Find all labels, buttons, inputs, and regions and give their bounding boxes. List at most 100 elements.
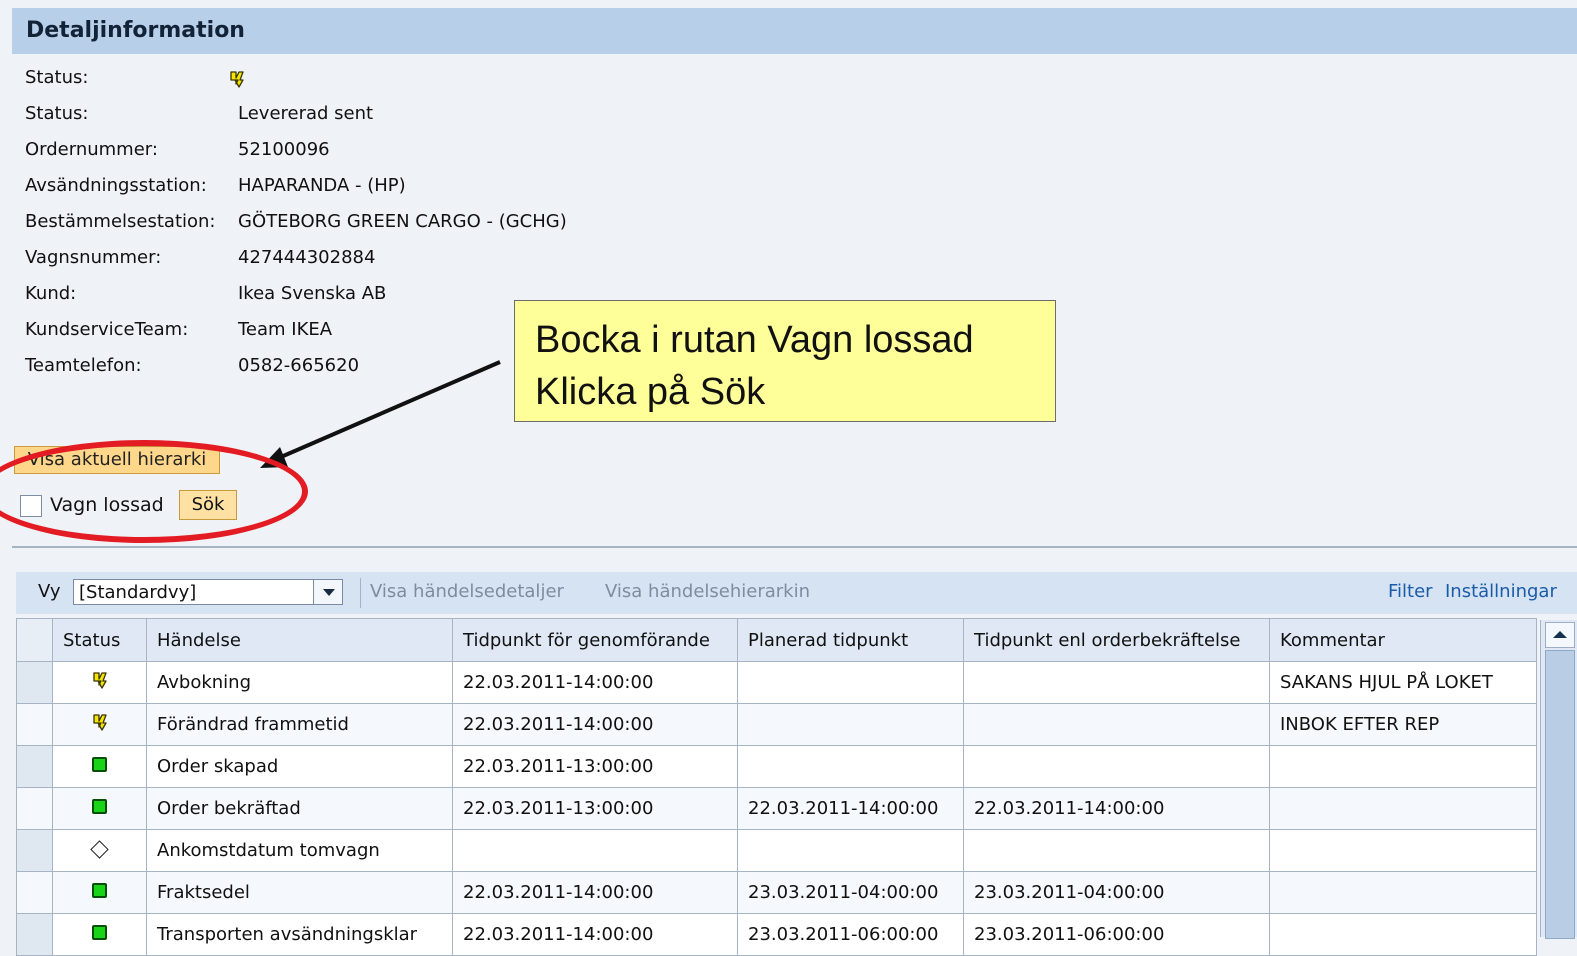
event-cell: Fraktsedel: [146, 871, 453, 914]
instruction-callout: Bocka i rutan Vagn lossad Klicka på Sök: [514, 300, 1056, 422]
status-cell: [52, 787, 147, 830]
callout-line-2: Klicka på Sök: [535, 371, 766, 413]
vertical-scrollbar[interactable]: [1540, 620, 1577, 939]
callout-line-1: Bocka i rutan Vagn lossad: [535, 319, 974, 361]
selected-view: [Standardvy]: [79, 582, 197, 603]
show-event-hierarchy-link[interactable]: Visa händelsehierarkin: [605, 581, 810, 602]
comment-cell: SAKANS HJUL PÅ LOKET: [1269, 661, 1537, 704]
events-table: Status Händelse Tidpunkt för genomförand…: [16, 618, 1537, 956]
status-cell: [52, 829, 147, 872]
detail-label: Kund:: [25, 283, 77, 304]
detail-label: Bestämmelsestation:: [25, 211, 216, 232]
yellow-status-icon: [229, 70, 245, 88]
planned-time-cell: 22.03.2011-14:00:00: [737, 787, 964, 830]
detail-label: Status:: [25, 67, 89, 88]
executed-time-cell: 22.03.2011-14:00:00: [452, 661, 738, 704]
executed-time-cell: 22.03.2011-14:00:00: [452, 871, 738, 914]
planned-time-cell: 23.03.2011-06:00:00: [737, 913, 964, 956]
detail-value: Team IKEA: [238, 319, 333, 340]
column-header-status[interactable]: Status: [52, 618, 147, 662]
detail-row-status-icon: Status:: [25, 64, 244, 92]
table-row[interactable]: Förändrad frammetid 22.03.2011-14:00:00 …: [16, 703, 1537, 746]
planned-time-cell: [737, 661, 964, 704]
row-selector[interactable]: [16, 829, 53, 872]
detail-label: Avsändningsstation:: [25, 175, 207, 196]
green-square-icon: [92, 925, 107, 940]
section-title: Detaljinformation: [26, 18, 245, 43]
scroll-up-icon[interactable]: [1545, 622, 1575, 648]
row-selector[interactable]: [16, 787, 53, 830]
status-cell: [52, 871, 147, 914]
comment-cell: [1269, 745, 1537, 788]
event-cell: Ankomstdatum tomvagn: [146, 829, 453, 872]
detail-label: KundserviceTeam:: [25, 319, 189, 340]
show-event-details-link[interactable]: Visa händelsedetaljer: [370, 581, 564, 602]
detail-value: Ikea Svenska AB: [238, 283, 387, 304]
column-header-confirmed-time[interactable]: Tidpunkt enl orderbekräftelse: [963, 618, 1270, 662]
search-button[interactable]: Sök: [179, 490, 237, 520]
comment-cell: [1269, 871, 1537, 914]
yellow-status-icon: [92, 672, 108, 694]
table-row[interactable]: Fraktsedel 22.03.2011-14:00:00 23.03.201…: [16, 871, 1537, 914]
show-current-hierarchy-button[interactable]: Visa aktuell hierarki: [14, 446, 220, 474]
status-cell: [52, 661, 147, 704]
event-cell: Avbokning: [146, 661, 453, 704]
table-row[interactable]: Order skapad 22.03.2011-13:00:00: [16, 745, 1537, 788]
table-row[interactable]: Avbokning 22.03.2011-14:00:00 SAKANS HJU…: [16, 661, 1537, 704]
detail-label: Status:: [25, 103, 89, 124]
event-cell: Order bekräftad: [146, 787, 453, 830]
table-row[interactable]: Transporten avsändningsklar 22.03.2011-1…: [16, 913, 1537, 956]
green-square-icon: [92, 757, 107, 772]
scroll-thumb[interactable]: [1545, 650, 1575, 939]
view-label: Vy: [38, 581, 61, 602]
planned-time-cell: [737, 745, 964, 788]
comment-cell: [1269, 829, 1537, 872]
planned-time-cell: 23.03.2011-04:00:00: [737, 871, 964, 914]
select-all-cell[interactable]: [16, 618, 53, 662]
toolbar-separator: [360, 578, 361, 608]
confirmed-time-cell: 23.03.2011-06:00:00: [963, 913, 1270, 956]
row-selector[interactable]: [16, 871, 53, 914]
detail-label: Ordernummer:: [25, 139, 158, 160]
wagon-unloaded-checkbox[interactable]: [20, 495, 42, 517]
detail-label: Teamtelefon:: [25, 355, 142, 376]
comment-cell: INBOK EFTER REP: [1269, 703, 1537, 746]
detail-label: Vagnsnummer:: [25, 247, 162, 268]
confirmed-time-cell: [963, 661, 1270, 704]
green-square-icon: [92, 883, 107, 898]
column-header-executed-time[interactable]: Tidpunkt för genomförande: [452, 618, 738, 662]
planned-time-cell: [737, 703, 964, 746]
confirmed-time-cell: 23.03.2011-04:00:00: [963, 871, 1270, 914]
executed-time-cell: 22.03.2011-13:00:00: [452, 745, 738, 788]
row-selector[interactable]: [16, 913, 53, 956]
event-cell: Förändrad frammetid: [146, 703, 453, 746]
chevron-down-icon[interactable]: [313, 580, 342, 604]
column-header-comment[interactable]: Kommentar: [1269, 618, 1537, 662]
detail-header: Detaljinformation: [12, 8, 1577, 54]
column-header-event[interactable]: Händelse: [146, 618, 453, 662]
detail-value: 52100096: [238, 139, 330, 160]
comment-cell: [1269, 913, 1537, 956]
settings-link[interactable]: Inställningar: [1445, 581, 1557, 602]
status-cell: [52, 913, 147, 956]
green-square-icon: [92, 799, 107, 814]
table-row[interactable]: Ankomstdatum tomvagn: [16, 829, 1537, 872]
confirmed-time-cell: [963, 745, 1270, 788]
planned-time-cell: [737, 829, 964, 872]
table-header-row: Status Händelse Tidpunkt för genomförand…: [16, 618, 1537, 662]
executed-time-cell: 22.03.2011-14:00:00: [452, 703, 738, 746]
yellow-status-icon: [92, 714, 108, 736]
executed-time-cell: [452, 829, 738, 872]
detail-value: 0582-665620: [238, 355, 360, 376]
filter-link[interactable]: Filter: [1388, 581, 1433, 602]
column-header-planned-time[interactable]: Planerad tidpunkt: [737, 618, 964, 662]
detail-value: Levererad sent: [238, 103, 374, 124]
row-selector[interactable]: [16, 703, 53, 746]
executed-time-cell: 22.03.2011-13:00:00: [452, 787, 738, 830]
confirmed-time-cell: [963, 829, 1270, 872]
view-select[interactable]: [Standardvy]: [73, 579, 343, 605]
table-row[interactable]: Order bekräftad 22.03.2011-13:00:00 22.0…: [16, 787, 1537, 830]
row-selector[interactable]: [16, 745, 53, 788]
wagon-unloaded-label: Vagn lossad: [50, 494, 164, 516]
row-selector[interactable]: [16, 661, 53, 704]
